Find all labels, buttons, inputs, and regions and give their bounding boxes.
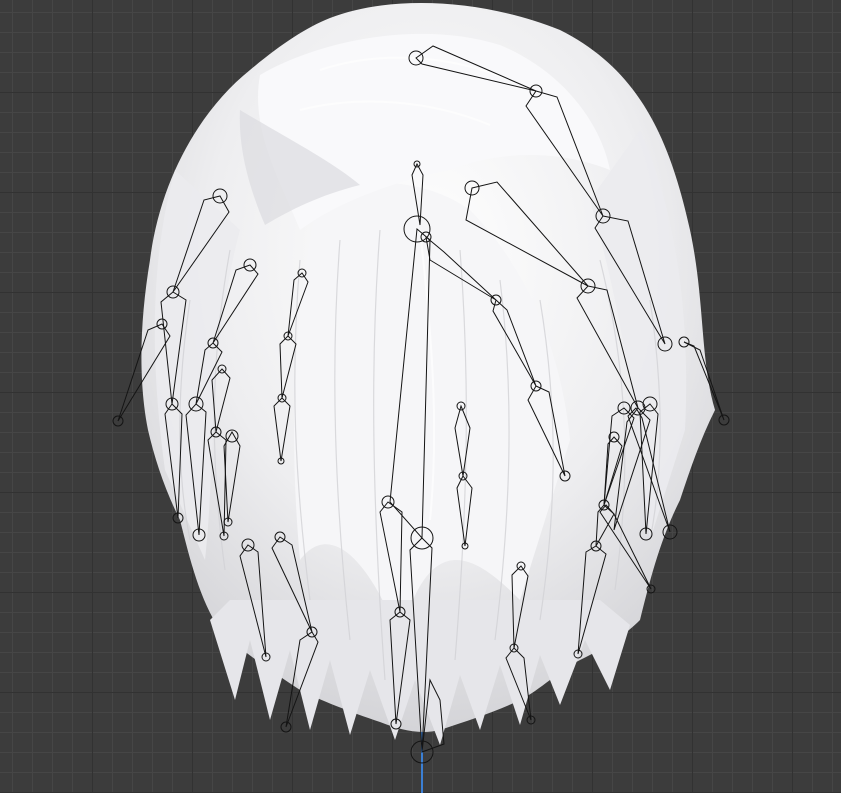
- 3d-viewport[interactable]: [0, 0, 841, 793]
- viewport-scene[interactable]: [0, 0, 841, 793]
